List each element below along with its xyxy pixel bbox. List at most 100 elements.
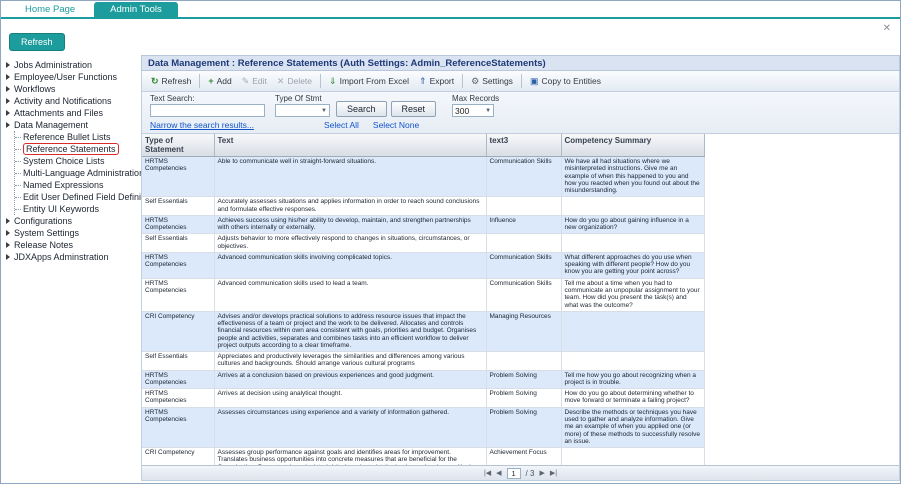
app-window: Home Page Admin Tools ✕ Refresh Jobs Adm… (0, 0, 901, 484)
table-row[interactable]: HRTMS Competencies Able to communicate we… (142, 156, 705, 198)
last-page-button[interactable] (550, 470, 557, 477)
copy-entities-icon: ▣ (529, 75, 539, 86)
table-cell: Accurately assesses situations and appli… (214, 196, 487, 216)
table-row[interactable]: HRTMS Competencies Assesses circumstances… (142, 407, 705, 449)
close-icon[interactable]: ✕ (883, 23, 891, 34)
tree-node-icon (6, 230, 10, 236)
grid-header-row: Type of Statement Text text3 Competency … (142, 134, 705, 157)
reset-button[interactable]: Reset (390, 101, 437, 117)
table-row[interactable]: CRI Competency Advises and/or develops pr… (142, 311, 705, 353)
table-row[interactable]: Self Essentials Appreciates and productiv… (142, 351, 705, 371)
tab-admin-tools[interactable]: Admin Tools (94, 2, 178, 17)
copy-to-entities-button[interactable]: ▣ Copy to Entities (525, 74, 606, 88)
table-cell: Managing Resources (486, 311, 562, 353)
settings-button[interactable]: ⚙ Settings (466, 74, 518, 88)
table-cell (561, 196, 705, 216)
sidebar-item[interactable]: Activity and Notifications (5, 95, 139, 107)
sidebar-subitem[interactable]: Reference Statements (15, 143, 139, 155)
sidebar-item[interactable]: Employee/User Functions (5, 71, 139, 83)
search-button[interactable]: Search (336, 101, 387, 117)
sidebar-item[interactable]: Configurations (5, 215, 139, 227)
page-count-label: / 3 (525, 468, 535, 478)
table-cell: HRTMS Competencies (142, 388, 215, 408)
next-page-button[interactable] (539, 470, 544, 477)
sidebar-item[interactable]: Release Notes (5, 239, 139, 251)
page-number-input[interactable]: 1 (506, 467, 521, 479)
max-records-dropdown[interactable]: 300 ▼ (452, 104, 495, 117)
table-cell: Tell me how you go about recognizing whe… (561, 370, 705, 390)
grid-rows: HRTMS Competencies Able to communicate we… (142, 156, 705, 465)
table-cell: Describe the methods or techniques you h… (561, 407, 705, 449)
sidebar-subitem[interactable]: System Choice Lists (15, 155, 139, 167)
type-of-stmt-dropdown[interactable]: ▼ (275, 104, 330, 117)
sidebar-item-label: System Settings (14, 228, 80, 238)
tree-node-icon (6, 86, 10, 92)
data-grid: Type of Statement Text text3 Competency … (141, 134, 900, 481)
add-button[interactable]: + Add (203, 74, 236, 88)
main-panel: Data Management : Reference Statements (… (141, 55, 900, 481)
table-cell: Arrives at a conclusion based on previou… (214, 370, 487, 390)
sidebar-item-label: Employee/User Functions (14, 72, 118, 82)
table-cell: HRTMS Competencies (142, 252, 215, 279)
import-from-excel-button[interactable]: ⇓ Import From Excel (324, 74, 414, 88)
sidebar-subitem[interactable]: Entity UI Keywords (15, 203, 139, 215)
table-cell: CRI Competency (142, 447, 215, 465)
refresh-button[interactable]: ↻ Refresh (146, 74, 196, 88)
column-header-text[interactable]: Text (214, 134, 487, 157)
table-cell: Achieves success using his/her ability t… (214, 215, 487, 235)
table-row[interactable]: Self Essentials Accurately assesses situa… (142, 196, 705, 216)
table-cell (561, 233, 705, 253)
narrow-search-link[interactable]: Narrow the search results... (150, 120, 254, 130)
search-area: Text Search: Type Of Stmt ▼ Search Reset… (141, 92, 900, 134)
text-search-input[interactable] (150, 104, 265, 117)
sidebar-subitem-label: Multi-Language Administration (23, 168, 141, 178)
tree-node-icon (6, 242, 10, 248)
column-header-text3[interactable]: text3 (486, 134, 562, 157)
export-button[interactable]: ⇑ Export (414, 74, 459, 88)
table-cell (561, 311, 705, 353)
first-page-button[interactable] (484, 470, 491, 477)
sidebar-item[interactable]: JDXApps Adminstration (5, 251, 139, 263)
toolbar-button-label: Export (429, 76, 455, 86)
table-cell (561, 447, 705, 465)
sidebar-subitem-label: Reference Statements (23, 143, 119, 155)
chevron-down-icon: ▼ (485, 107, 492, 114)
tree-node-icon (6, 110, 10, 116)
sidebar-item-label: Configurations (14, 216, 73, 226)
sidebar-subitem[interactable]: Multi-Language Administration (15, 167, 141, 179)
toolbar-button-label: Copy to Entities (541, 76, 601, 86)
column-header-type[interactable]: Type of Statement (142, 134, 215, 157)
select-all-link[interactable]: Select All (324, 120, 359, 130)
table-cell: How do you go about gaining influence in… (561, 215, 705, 235)
table-row[interactable]: HRTMS Competencies Arrives at decision us… (142, 388, 705, 408)
table-row[interactable]: HRTMS Competencies Advanced communication… (142, 252, 705, 279)
table-cell: HRTMS Competencies (142, 215, 215, 235)
tab-home-page[interactable]: Home Page (9, 2, 92, 17)
sidebar-item[interactable]: Attachments and Files (5, 107, 139, 119)
column-header-summary[interactable]: Competency Summary (561, 134, 705, 157)
sidebar-subitem[interactable]: Named Expressions (15, 179, 139, 191)
select-none-link[interactable]: Select None (373, 120, 419, 130)
table-cell: Advanced communication skills used to le… (214, 278, 487, 312)
sidebar-subitem[interactable]: Edit User Defined Field Definitions (15, 191, 141, 203)
table-row[interactable]: HRTMS Competencies Arrives at a conclusio… (142, 370, 705, 390)
prev-page-button[interactable] (496, 470, 501, 477)
table-row[interactable]: CRI Competency Assesses group performance… (142, 447, 705, 465)
table-cell: Problem Solving (486, 407, 562, 449)
sidebar-item[interactable]: Workflows (5, 83, 139, 95)
sidebar-subitem-label: Reference Bullet Lists (23, 132, 111, 142)
edit-button: ✎ Edit (237, 74, 272, 88)
sidebar-subitem[interactable]: Reference Bullet Lists (15, 131, 139, 143)
refresh-page-button[interactable]: Refresh (9, 33, 65, 51)
add-icon: + (208, 75, 214, 86)
sidebar-item[interactable]: Jobs Administration (5, 59, 139, 71)
sidebar-item[interactable]: System Settings (5, 227, 139, 239)
tree-node-icon (6, 122, 10, 128)
table-row[interactable]: HRTMS Competencies Advanced communication… (142, 278, 705, 312)
sidebar-item[interactable]: Data Management (5, 119, 139, 131)
grid-body: Type of Statement Text text3 Competency … (142, 134, 899, 465)
table-cell: Appreciates and productively leverages t… (214, 351, 487, 371)
table-row[interactable]: Self Essentials Adjusts behavior to more … (142, 233, 705, 253)
table-row[interactable]: HRTMS Competencies Achieves success using… (142, 215, 705, 235)
sidebar-item-label: Attachments and Files (14, 108, 104, 118)
